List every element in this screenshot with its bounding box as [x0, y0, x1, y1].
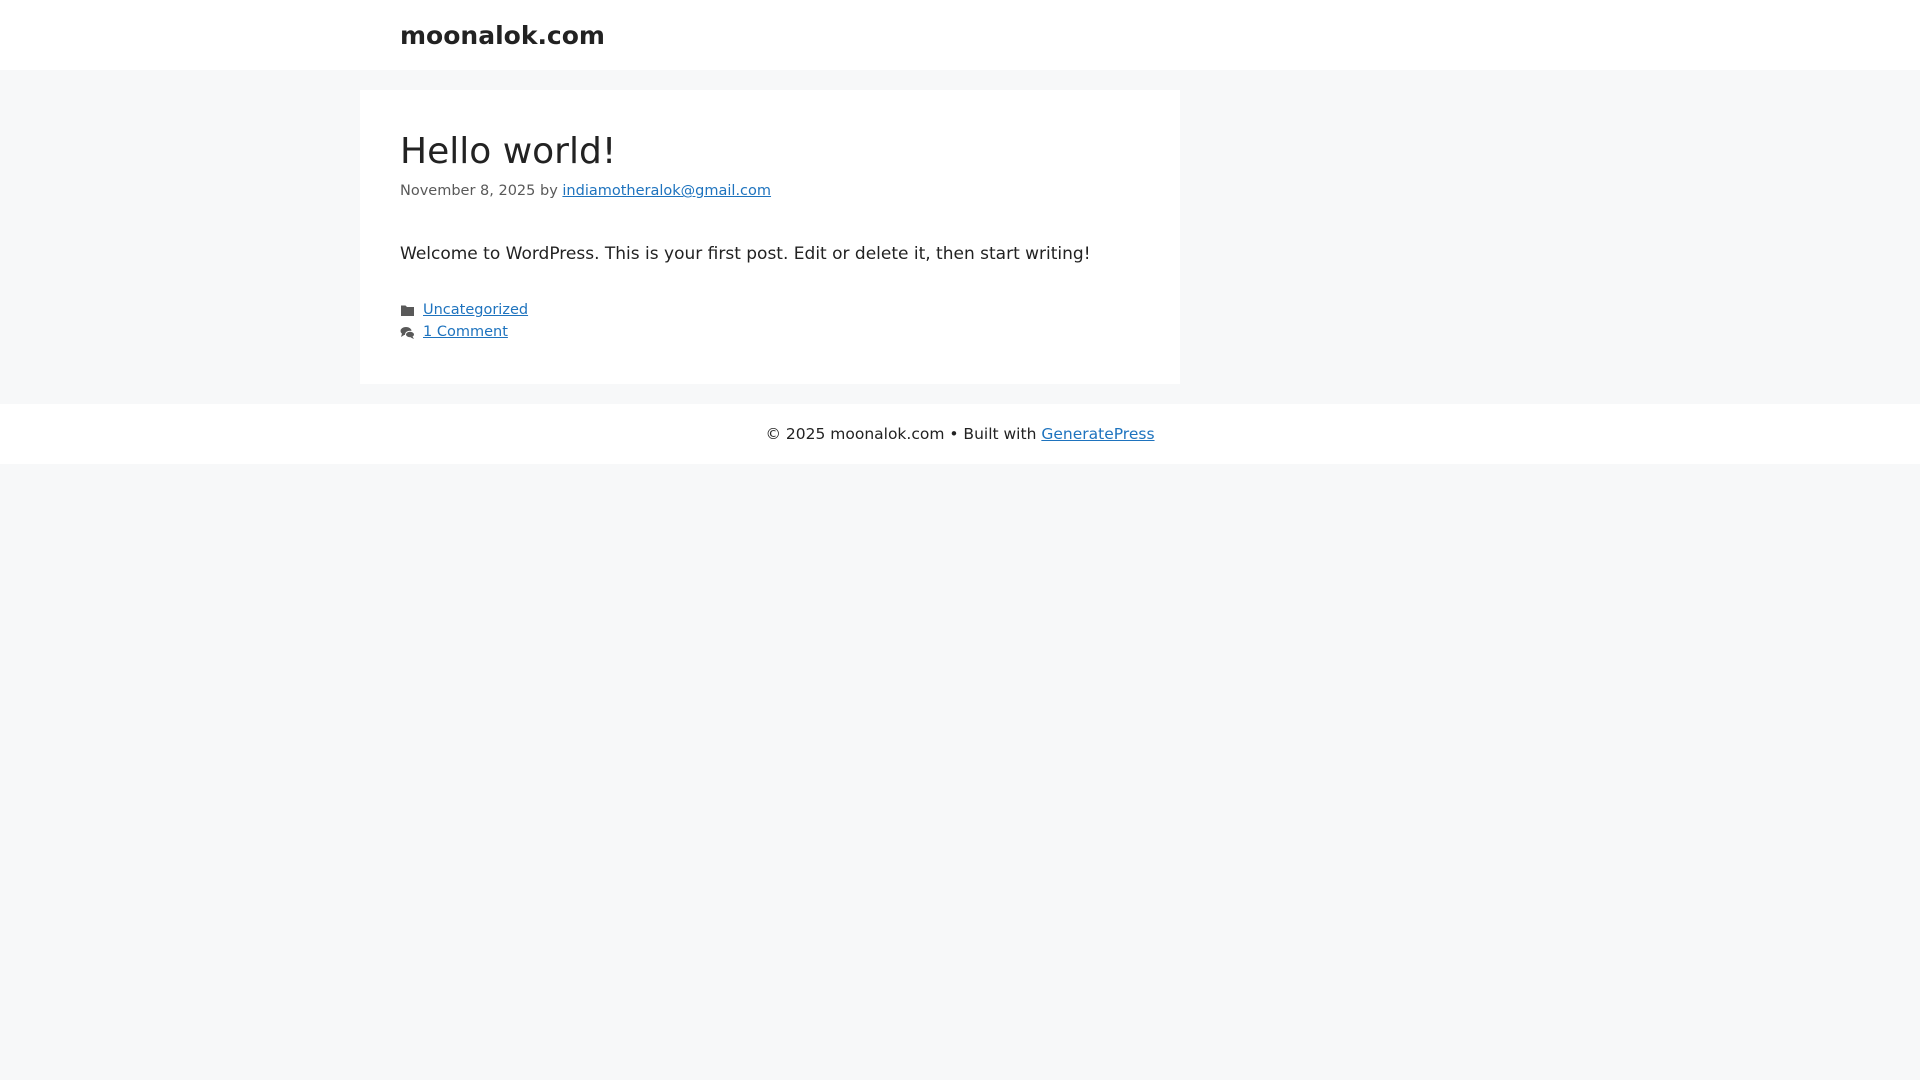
site-footer: © 2025 moonalok.com • Built with Generat… — [0, 403, 1920, 464]
site-content: Hello world! November 8, 2025 by indiamo… — [360, 70, 1560, 404]
post-meta: November 8, 2025 by indiamotheralok@gmai… — [400, 181, 1140, 203]
site-title-link[interactable]: moonalok.com — [400, 23, 605, 48]
generatepress-link[interactable]: GeneratePress — [1041, 425, 1154, 443]
comments-row: 1 Comment — [400, 322, 1140, 344]
comments-link[interactable]: 1 Comment — [423, 322, 508, 344]
copyright-text: © 2025 moonalok.com • Built with — [765, 424, 1037, 443]
post-author-link[interactable]: indiamotheralok@gmail.com — [562, 183, 771, 199]
category-link[interactable]: Uncategorized — [423, 300, 528, 322]
post-content-text: Welcome to WordPress. This is your first… — [400, 243, 1091, 264]
comments-icon — [400, 326, 415, 340]
folder-icon — [400, 304, 415, 318]
site-header: moonalok.com — [0, 0, 1920, 70]
site-info: © 2025 moonalok.com • Built with Generat… — [765, 425, 1154, 443]
post-by-label: by — [540, 183, 558, 200]
post-footer-meta: Uncategorized 1 Comment — [400, 300, 1140, 344]
post-title[interactable]: Hello world! — [400, 130, 1140, 173]
post-content: Welcome to WordPress. This is your first… — [400, 240, 1140, 269]
category-row: Uncategorized — [400, 300, 1140, 322]
header-inner: moonalok.com — [360, 0, 1560, 70]
post-date: November 8, 2025 — [400, 183, 536, 200]
post-article: Hello world! November 8, 2025 by indiamo… — [360, 90, 1180, 384]
